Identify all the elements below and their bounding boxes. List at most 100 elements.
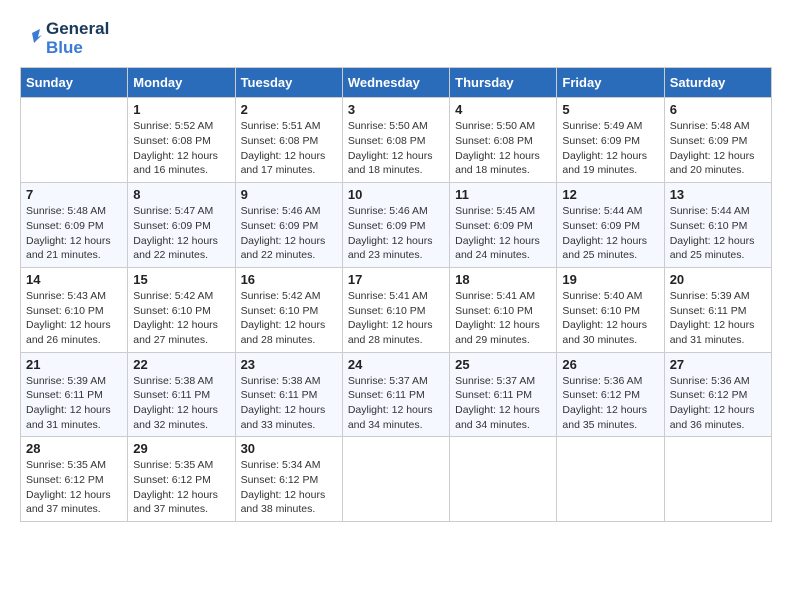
week-row-4: 21 Sunrise: 5:39 AMSunset: 6:11 PMDayligh… [21, 352, 772, 437]
calendar-cell: 1 Sunrise: 5:52 AMSunset: 6:08 PMDaylight… [128, 98, 235, 183]
calendar-cell: 2 Sunrise: 5:51 AMSunset: 6:08 PMDaylight… [235, 98, 342, 183]
calendar-cell: 9Sunrise: 5:46 AMSunset: 6:09 PMDaylight… [235, 183, 342, 268]
calendar-cell: 19 Sunrise: 5:40 AMSunset: 6:10 PMDayligh… [557, 267, 664, 352]
cell-sunrise: Sunrise: 5:42 AMSunset: 6:10 PMDaylight:… [241, 290, 326, 346]
cell-sunrise: Sunrise: 5:45 AMSunset: 6:09 PMDaylight:… [455, 205, 540, 261]
day-number: 13 [670, 187, 766, 202]
cell-sunrise: Sunrise: 5:47 AMSunset: 6:09 PMDaylight:… [133, 205, 218, 261]
day-number: 25 [455, 357, 551, 372]
cell-sunrise: Sunrise: 5:37 AMSunset: 6:11 PMDaylight:… [455, 375, 540, 431]
day-number: 30 [241, 441, 337, 456]
week-row-1: 1 Sunrise: 5:52 AMSunset: 6:08 PMDaylight… [21, 98, 772, 183]
calendar-cell: 24Sunrise: 5:37 AMSunset: 6:11 PMDayligh… [342, 352, 449, 437]
day-number: 8 [133, 187, 229, 202]
calendar-cell: 13 Sunrise: 5:44 AMSunset: 6:10 PMDayligh… [664, 183, 771, 268]
day-number: 2 [241, 102, 337, 117]
cell-sunrise: Sunrise: 5:50 AMSunset: 6:08 PMDaylight:… [455, 120, 540, 176]
day-number: 10 [348, 187, 444, 202]
day-number: 29 [133, 441, 229, 456]
cell-sunrise: Sunrise: 5:46 AMSunset: 6:09 PMDaylight:… [348, 205, 433, 261]
day-number: 9 [241, 187, 337, 202]
calendar-cell: 14 Sunrise: 5:43 AMSunset: 6:10 PMDayligh… [21, 267, 128, 352]
calendar-cell: 29 Sunrise: 5:35 AMSunset: 6:12 PMDayligh… [128, 437, 235, 522]
header-cell-saturday: Saturday [664, 68, 771, 98]
logo: General Blue [20, 20, 109, 57]
header-cell-friday: Friday [557, 68, 664, 98]
cell-sunrise: Sunrise: 5:44 AMSunset: 6:10 PMDaylight:… [670, 205, 755, 261]
week-row-5: 28Sunrise: 5:35 AMSunset: 6:12 PMDayligh… [21, 437, 772, 522]
header-cell-wednesday: Wednesday [342, 68, 449, 98]
day-number: 5 [562, 102, 658, 117]
header-cell-sunday: Sunday [21, 68, 128, 98]
calendar-cell: 28Sunrise: 5:35 AMSunset: 6:12 PMDayligh… [21, 437, 128, 522]
cell-sunrise: Sunrise: 5:43 AMSunset: 6:10 PMDaylight:… [26, 290, 111, 346]
cell-sunrise: Sunrise: 5:39 AMSunset: 6:11 PMDaylight:… [26, 375, 111, 431]
logo-blue: Blue [46, 39, 109, 58]
logo-general: General [46, 20, 109, 39]
cell-sunrise: Sunrise: 5:35 AMSunset: 6:12 PMDaylight:… [26, 459, 111, 515]
cell-sunrise: Sunrise: 5:52 AMSunset: 6:08 PMDaylight:… [133, 120, 218, 176]
cell-sunrise: Sunrise: 5:37 AMSunset: 6:11 PMDaylight:… [348, 375, 433, 431]
day-number: 11 [455, 187, 551, 202]
calendar-cell [664, 437, 771, 522]
cell-sunrise: Sunrise: 5:50 AMSunset: 6:08 PMDaylight:… [348, 120, 433, 176]
day-number: 21 [26, 357, 122, 372]
day-number: 15 [133, 272, 229, 287]
day-number: 7 [26, 187, 122, 202]
cell-sunrise: Sunrise: 5:36 AMSunset: 6:12 PMDaylight:… [562, 375, 647, 431]
calendar-body: 1 Sunrise: 5:52 AMSunset: 6:08 PMDaylight… [21, 98, 772, 522]
calendar-cell: 4 Sunrise: 5:50 AMSunset: 6:08 PMDaylight… [450, 98, 557, 183]
day-number: 20 [670, 272, 766, 287]
calendar-cell [557, 437, 664, 522]
day-number: 18 [455, 272, 551, 287]
calendar-cell [450, 437, 557, 522]
calendar-cell [21, 98, 128, 183]
cell-sunrise: Sunrise: 5:36 AMSunset: 6:12 PMDaylight:… [670, 375, 755, 431]
day-number: 4 [455, 102, 551, 117]
calendar-cell: 20 Sunrise: 5:39 AMSunset: 6:11 PMDayligh… [664, 267, 771, 352]
calendar-cell: 3Sunrise: 5:50 AMSunset: 6:08 PMDaylight… [342, 98, 449, 183]
header-cell-tuesday: Tuesday [235, 68, 342, 98]
calendar-cell: 11 Sunrise: 5:45 AMSunset: 6:09 PMDayligh… [450, 183, 557, 268]
cell-sunrise: Sunrise: 5:44 AMSunset: 6:09 PMDaylight:… [562, 205, 647, 261]
calendar-cell: 21 Sunrise: 5:39 AMSunset: 6:11 PMDayligh… [21, 352, 128, 437]
calendar-cell: 26 Sunrise: 5:36 AMSunset: 6:12 PMDayligh… [557, 352, 664, 437]
cell-sunrise: Sunrise: 5:39 AMSunset: 6:11 PMDaylight:… [670, 290, 755, 346]
calendar-cell: 23 Sunrise: 5:38 AMSunset: 6:11 PMDayligh… [235, 352, 342, 437]
cell-sunrise: Sunrise: 5:41 AMSunset: 6:10 PMDaylight:… [348, 290, 433, 346]
calendar-cell: 5 Sunrise: 5:49 AMSunset: 6:09 PMDaylight… [557, 98, 664, 183]
cell-sunrise: Sunrise: 5:35 AMSunset: 6:12 PMDaylight:… [133, 459, 218, 515]
header: General Blue [20, 20, 772, 57]
cell-sunrise: Sunrise: 5:42 AMSunset: 6:10 PMDaylight:… [133, 290, 218, 346]
calendar-cell: 16Sunrise: 5:42 AMSunset: 6:10 PMDayligh… [235, 267, 342, 352]
calendar-table: SundayMondayTuesdayWednesdayThursdayFrid… [20, 67, 772, 522]
day-number: 19 [562, 272, 658, 287]
cell-sunrise: Sunrise: 5:38 AMSunset: 6:11 PMDaylight:… [133, 375, 218, 431]
day-number: 23 [241, 357, 337, 372]
day-number: 22 [133, 357, 229, 372]
calendar-cell: 18 Sunrise: 5:41 AMSunset: 6:10 PMDayligh… [450, 267, 557, 352]
cell-sunrise: Sunrise: 5:38 AMSunset: 6:11 PMDaylight:… [241, 375, 326, 431]
calendar-cell: 22 Sunrise: 5:38 AMSunset: 6:11 PMDayligh… [128, 352, 235, 437]
day-number: 17 [348, 272, 444, 287]
cell-sunrise: Sunrise: 5:40 AMSunset: 6:10 PMDaylight:… [562, 290, 647, 346]
calendar-cell [342, 437, 449, 522]
logo: General Blue [20, 20, 109, 57]
cell-sunrise: Sunrise: 5:51 AMSunset: 6:08 PMDaylight:… [241, 120, 326, 176]
header-cell-thursday: Thursday [450, 68, 557, 98]
day-number: 12 [562, 187, 658, 202]
calendar-cell: 15 Sunrise: 5:42 AMSunset: 6:10 PMDayligh… [128, 267, 235, 352]
calendar-cell: 17 Sunrise: 5:41 AMSunset: 6:10 PMDayligh… [342, 267, 449, 352]
cell-sunrise: Sunrise: 5:49 AMSunset: 6:09 PMDaylight:… [562, 120, 647, 176]
header-cell-monday: Monday [128, 68, 235, 98]
day-number: 1 [133, 102, 229, 117]
calendar-cell: 10 Sunrise: 5:46 AMSunset: 6:09 PMDayligh… [342, 183, 449, 268]
day-number: 26 [562, 357, 658, 372]
cell-sunrise: Sunrise: 5:41 AMSunset: 6:10 PMDaylight:… [455, 290, 540, 346]
calendar-cell: 27Sunrise: 5:36 AMSunset: 6:12 PMDayligh… [664, 352, 771, 437]
week-row-2: 7Sunrise: 5:48 AMSunset: 6:09 PMDaylight… [21, 183, 772, 268]
calendar-cell: 25 Sunrise: 5:37 AMSunset: 6:11 PMDayligh… [450, 352, 557, 437]
day-number: 14 [26, 272, 122, 287]
cell-sunrise: Sunrise: 5:34 AMSunset: 6:12 PMDaylight:… [241, 459, 326, 515]
calendar-header-row: SundayMondayTuesdayWednesdayThursdayFrid… [21, 68, 772, 98]
